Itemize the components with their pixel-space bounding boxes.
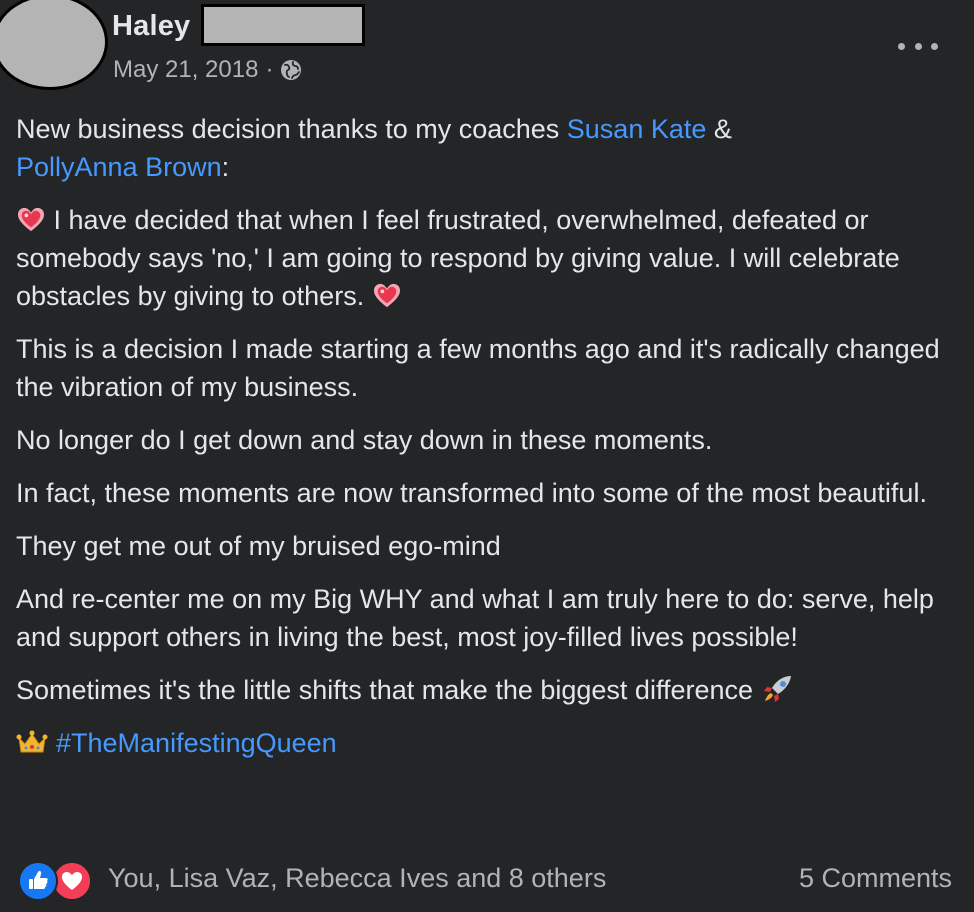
author-name[interactable]: Haley — [112, 10, 190, 43]
hashtag-line: #TheManifestingQueen — [16, 724, 966, 762]
more-dot — [898, 42, 905, 50]
paragraph-4: No longer do I get down and stay down in… — [16, 425, 713, 455]
p8-text: Sometimes it's the little shifts that ma… — [16, 675, 761, 705]
post-body: New business decision thanks to my coach… — [16, 110, 966, 762]
mention-susan-kate[interactable]: Susan Kate — [567, 114, 707, 144]
paragraph-3: This is a decision I made starting a few… — [16, 334, 940, 402]
redacted-last-name — [201, 4, 365, 46]
p1-text: New business decision thanks to my coach… — [16, 114, 567, 144]
like-reaction-icon — [18, 861, 58, 901]
paragraph-8: Sometimes it's the little shifts that ma… — [16, 671, 966, 709]
p1-amp: & — [706, 114, 732, 144]
paragraph-6: They get me out of my bruised ego-mind — [16, 531, 501, 561]
sparkling-heart-icon — [18, 207, 44, 232]
paragraph-2: I have decided that when I feel frustrat… — [16, 201, 966, 315]
rocket-icon — [763, 676, 791, 702]
meta-separator: · — [265, 56, 274, 83]
more-options-button[interactable] — [898, 32, 938, 60]
mention-pollyanna-brown[interactable]: PollyAnna Brown — [16, 152, 222, 182]
love-reaction-icon — [52, 861, 92, 901]
crown-icon — [16, 730, 48, 753]
paragraph-7: And re-center me on my Big WHY and what … — [16, 584, 934, 652]
reaction-icons — [18, 858, 94, 901]
paragraph-1: New business decision thanks to my coach… — [16, 110, 966, 186]
comments-count[interactable]: 5 Comments — [799, 863, 952, 894]
globe-icon[interactable] — [279, 58, 303, 82]
paragraph-5: In fact, these moments are now transform… — [16, 478, 927, 508]
p2-text: I have decided that when I feel frustrat… — [16, 205, 900, 311]
reactions-bar: You, Lisa Vaz, Rebecca Ives and 8 others… — [18, 856, 952, 901]
reactions-summary[interactable]: You, Lisa Vaz, Rebecca Ives and 8 others — [18, 858, 606, 901]
avatar[interactable] — [0, 0, 108, 90]
reactors-text[interactable]: You, Lisa Vaz, Rebecca Ives and 8 others — [108, 863, 606, 894]
hashtag-link[interactable]: #TheManifestingQueen — [56, 728, 337, 758]
sparkling-heart-icon — [373, 283, 400, 308]
more-dot — [914, 42, 922, 50]
more-dot — [931, 42, 938, 50]
facebook-post: Haley May 21, 2018 · New business decisi… — [0, 0, 974, 912]
post-meta: May 21, 2018 · — [113, 56, 303, 84]
post-date[interactable]: May 21, 2018 — [113, 56, 258, 84]
p1-colon: : — [221, 152, 230, 182]
